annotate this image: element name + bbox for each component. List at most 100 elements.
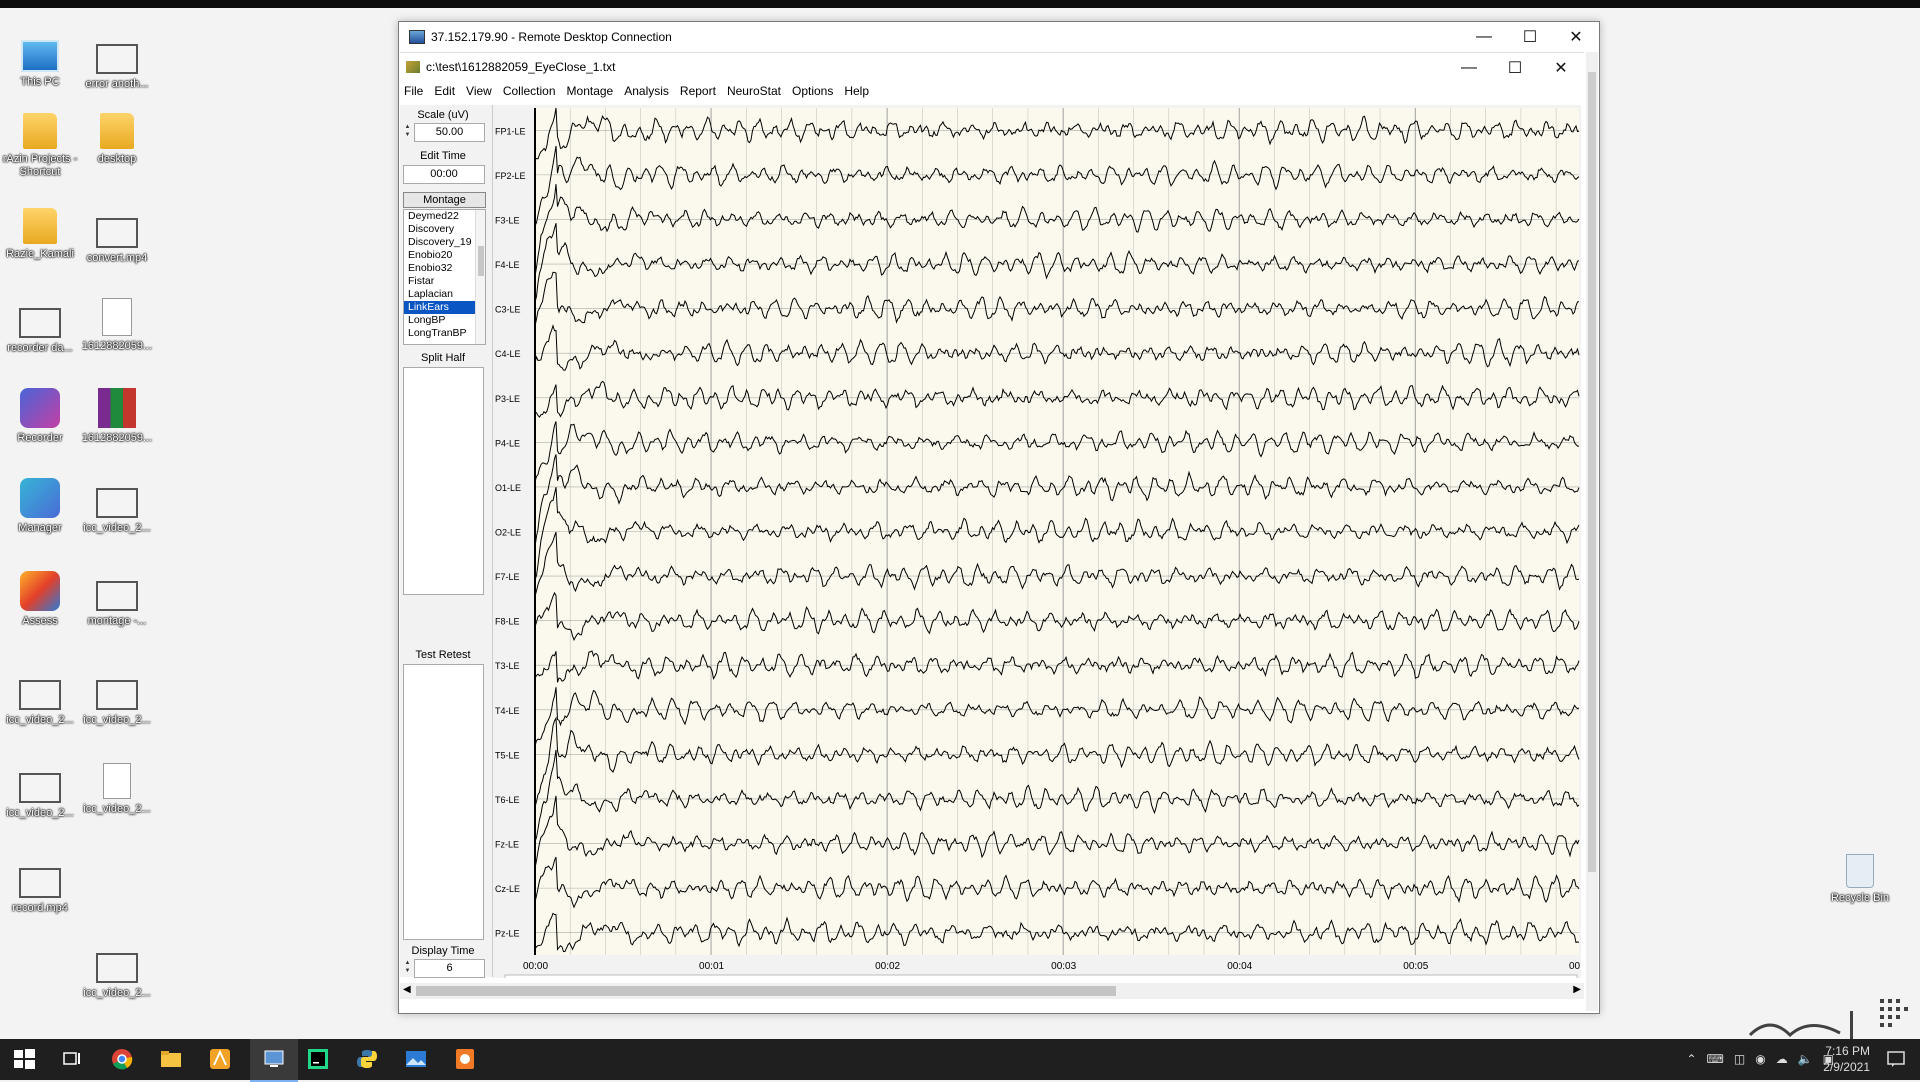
montage-button[interactable]: Montage xyxy=(403,192,486,208)
montage-list-item[interactable]: LinkEars xyxy=(404,301,485,314)
app-minimize-button[interactable]: — xyxy=(1446,53,1492,83)
film-icon xyxy=(19,773,61,803)
montage-list-item[interactable]: Discovery_19 xyxy=(404,236,485,249)
desktop-icon[interactable]: montage -... xyxy=(77,571,157,628)
montage-list-scrollbar[interactable] xyxy=(475,210,485,344)
menu-analysis[interactable]: Analysis xyxy=(624,84,669,98)
menu-edit[interactable]: Edit xyxy=(434,84,455,98)
montage-list-item[interactable]: Deymed22 xyxy=(404,210,485,223)
tray-chevron-icon[interactable]: ⌃ xyxy=(1686,1052,1696,1066)
desktop-icon[interactable]: rAzin Projects - Shortcut xyxy=(0,113,80,179)
desktop-icon[interactable]: desktop xyxy=(77,113,157,166)
desktop-icon[interactable]: icc_video_2... xyxy=(77,670,157,727)
vertical-scroll-thumb[interactable] xyxy=(1588,72,1596,872)
rdp-maximize-button[interactable]: ☐ xyxy=(1507,22,1553,52)
python-icon[interactable] xyxy=(355,1047,379,1071)
menu-view[interactable]: View xyxy=(466,84,492,98)
montage-list-item[interactable]: Fistar xyxy=(404,275,485,288)
scale-input[interactable]: 50.00 xyxy=(414,123,485,142)
scroll-left-arrow-icon[interactable]: ◀ xyxy=(403,984,411,995)
eeg-svg[interactable]: FP1-LE FP2-LE F3-LE F4-LE C3-LE C4-LE P3-LE P4-… xyxy=(493,105,1583,988)
onedrive-icon[interactable]: ☁ xyxy=(1776,1052,1788,1066)
network-icon[interactable]: ◫ xyxy=(1734,1052,1745,1066)
menu-neurostat[interactable]: NeuroStat xyxy=(727,84,781,98)
menu-options[interactable]: Options xyxy=(792,84,833,98)
channel-label: Cz-LE xyxy=(495,884,520,894)
app-titlebar[interactable]: c:\test\1612882059_EyeClose_1.txt — ☐ ✕ xyxy=(400,53,1584,81)
desktop-icon[interactable]: Razie_Kamali xyxy=(0,208,80,261)
file-explorer-icon[interactable] xyxy=(159,1047,183,1071)
system-tray[interactable]: ⌃ ⌨ ◫ ◉ ☁ 🔈 ▣ xyxy=(1686,1052,1834,1066)
desktop-icon[interactable]: error anoth... xyxy=(77,34,157,91)
channel-label: C4-LE xyxy=(495,349,521,359)
menu-file[interactable]: File xyxy=(404,84,423,98)
manager-app-icon xyxy=(20,478,60,518)
volume-icon[interactable]: 🔈 xyxy=(1798,1052,1813,1066)
scale-spinner[interactable]: ▲ ▼ xyxy=(403,123,412,140)
display-time-input[interactable]: 6 xyxy=(414,959,485,978)
desktop-icon-label: Assess xyxy=(22,615,58,627)
montage-scroll-thumb[interactable] xyxy=(478,246,484,276)
montage-list-item[interactable]: Enobio20 xyxy=(404,249,485,262)
taskbar-clock[interactable]: 7:16 PM 2/9/2021 xyxy=(1823,1043,1870,1075)
desktop-icon[interactable]: recorder da... xyxy=(0,298,80,355)
montage-list-item[interactable]: LongTranBP xyxy=(404,327,485,340)
montage-list[interactable]: Deymed22 Discovery Discovery_19 Enobio20 Eno… xyxy=(403,209,486,345)
desktop-icon[interactable]: This PC xyxy=(0,34,80,89)
time-scroll-track[interactable] xyxy=(504,974,1578,988)
horizontal-scrollbar[interactable]: ◀ ▶ xyxy=(400,983,1584,999)
montage-list-item[interactable]: Enobio32 xyxy=(404,262,485,275)
rdp-minimize-button[interactable]: — xyxy=(1461,22,1507,52)
windows-start-icon[interactable] xyxy=(12,1047,36,1071)
desktop-icon[interactable]: icc_video_2... xyxy=(77,763,157,816)
app-maximize-button[interactable]: ☐ xyxy=(1492,53,1538,83)
menu-report[interactable]: Report xyxy=(680,84,716,98)
chrome-icon[interactable] xyxy=(110,1047,134,1071)
desktop-icon[interactable]: Manager xyxy=(0,478,80,535)
channel-label: FP1-LE xyxy=(495,126,526,136)
desktop-icon-label: icc_video_2... xyxy=(83,987,151,999)
security-icon[interactable]: ◉ xyxy=(1755,1052,1765,1066)
rdp-taskbar-active[interactable] xyxy=(250,1039,298,1082)
rdp-titlebar[interactable]: 37.152.179.90 - Remote Desktop Connectio… xyxy=(399,22,1599,52)
desktop-icon-label: Manager xyxy=(18,522,62,534)
horizontal-scroll-thumb[interactable] xyxy=(416,986,1116,996)
desktop-icon[interactable]: icc_video_2... xyxy=(0,763,80,820)
time-tick-label: 00:04 xyxy=(1227,961,1252,972)
rdp-close-button[interactable]: ✕ xyxy=(1553,22,1599,52)
desktop-icon[interactable]: Assess xyxy=(0,571,80,628)
menu-help[interactable]: Help xyxy=(844,84,869,98)
notifications-icon[interactable] xyxy=(1886,1049,1906,1069)
desktop-icon[interactable]: 1612882059... xyxy=(77,298,157,353)
rdp-title: 37.152.179.90 - Remote Desktop Connectio… xyxy=(431,30,672,44)
task-view-icon[interactable] xyxy=(60,1047,84,1071)
pycharm-icon[interactable] xyxy=(306,1047,330,1071)
montage-list-item[interactable]: Discovery xyxy=(404,223,485,236)
app-close-button[interactable]: ✕ xyxy=(1538,53,1584,83)
menu-collection[interactable]: Collection xyxy=(503,84,556,98)
desktop-icon[interactable]: record.mp4 xyxy=(0,858,80,915)
desktop-icon[interactable]: 1612882059... xyxy=(77,388,157,445)
desktop-icon[interactable]: convert.mp4 xyxy=(77,208,157,265)
media-player-icon[interactable] xyxy=(453,1047,477,1071)
desktop-icon[interactable]: icc_video_2... xyxy=(77,478,157,535)
edit-time-input[interactable]: 00:00 xyxy=(403,165,485,184)
desktop-icon[interactable]: icc_video_2... xyxy=(77,943,157,1000)
montage-list-item[interactable]: Laplacian xyxy=(404,288,485,301)
remote-desktop-window[interactable]: 37.152.179.90 - Remote Desktop Connectio… xyxy=(398,21,1600,1014)
desktop-icon[interactable]: icc_video_2... xyxy=(0,670,80,727)
keyboard-icon[interactable]: ⌨ xyxy=(1707,1052,1724,1066)
scroll-right-arrow-icon[interactable]: ▶ xyxy=(1573,984,1581,995)
desktop-icon[interactable]: Recorder xyxy=(0,388,80,445)
vertical-scrollbar[interactable] xyxy=(1586,52,1598,1011)
montage-list-item[interactable]: LongBP xyxy=(404,314,485,327)
channel-label: P3-LE xyxy=(495,394,520,404)
desktop-icon[interactable]: Recycle Bin xyxy=(1820,854,1900,905)
desktop-icon-label: convert.mp4 xyxy=(86,252,148,264)
display-time-spinner[interactable]: ▲ ▼ xyxy=(403,959,412,976)
menu-montage[interactable]: Montage xyxy=(567,84,614,98)
eeg-trace-panel[interactable]: FP1-LE FP2-LE F3-LE F4-LE C3-LE C4-LE P3-LE P4-… xyxy=(493,105,1583,988)
file-icon xyxy=(102,298,132,336)
photos-icon[interactable] xyxy=(404,1047,428,1071)
assess-taskbar-icon[interactable] xyxy=(208,1047,232,1071)
